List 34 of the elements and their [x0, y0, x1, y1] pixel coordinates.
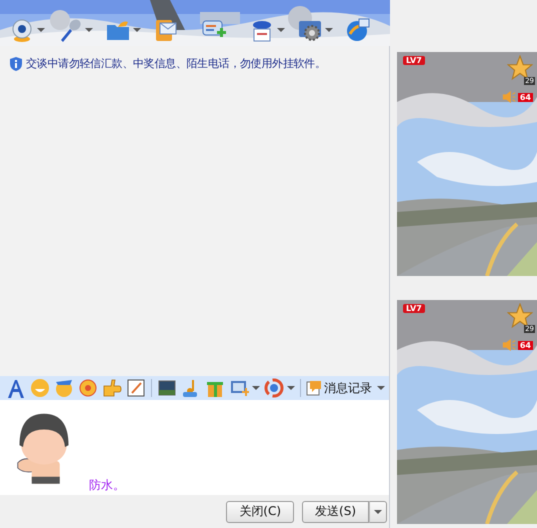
level-badge: LV7 [403, 304, 425, 313]
shield-icon [10, 56, 22, 70]
toolbar-button[interactable] [229, 378, 260, 398]
message-text: 防水。 [89, 477, 125, 494]
caret-icon [325, 28, 333, 32]
message-input[interactable]: 防水。 [0, 400, 389, 495]
close-button[interactable]: 关闭(C) [226, 500, 294, 522]
webcam-icon [10, 18, 34, 42]
image-icon [157, 378, 177, 398]
caret-icon [287, 386, 295, 390]
font-icon [6, 378, 26, 398]
caret-icon [37, 28, 45, 32]
caret-icon [277, 28, 285, 32]
dropdown-button[interactable] [369, 500, 387, 522]
security-notice: 交谈中请勿轻信汇款、中奖信息、陌生电话，勿使用外挂软件。 [26, 56, 326, 71]
swirl-icon [264, 378, 284, 398]
caret-icon [85, 28, 93, 32]
history-button[interactable]: 消息记录 [306, 380, 385, 396]
edit-icon [126, 378, 146, 398]
phone-mail-icon [154, 18, 178, 42]
speaker-icon [502, 90, 516, 104]
pointing-hand-icon [102, 378, 122, 398]
toolbar-button[interactable] [157, 378, 177, 398]
toolbar-button[interactable] [6, 378, 26, 398]
toolbar-button[interactable] [264, 378, 295, 398]
caret-icon [133, 28, 141, 32]
send-button[interactable]: 发送(S) [302, 500, 369, 522]
gear-icon [298, 18, 322, 42]
toolbar-button[interactable] [126, 378, 146, 398]
speaker-icon [502, 338, 516, 352]
history-icon [306, 380, 322, 396]
caret-icon [252, 386, 260, 390]
microphone-icon [58, 18, 82, 42]
level-badge: LV7 [403, 56, 425, 65]
